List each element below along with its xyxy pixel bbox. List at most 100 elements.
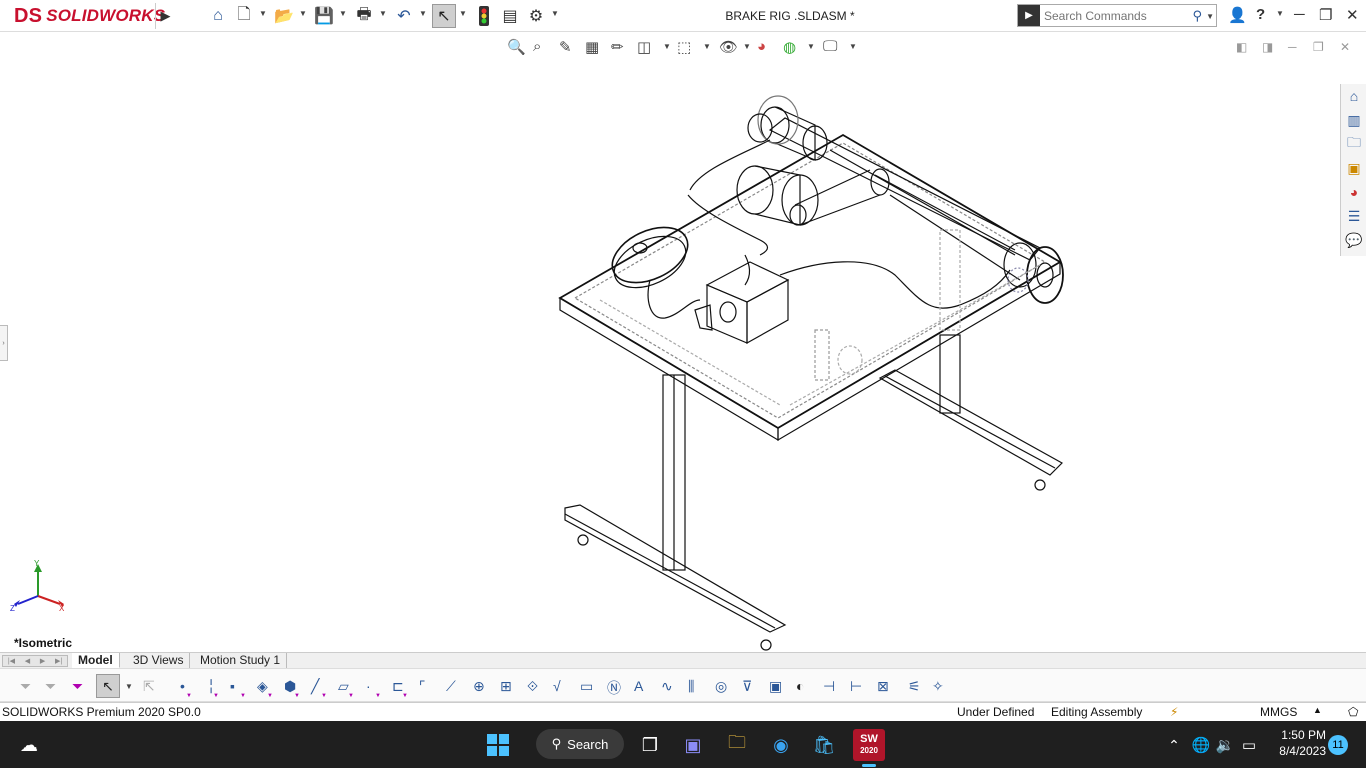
tab-motion-study-1[interactable]: Motion Study 1 bbox=[194, 653, 288, 668]
apply-scene-icon[interactable]: ◍ bbox=[783, 38, 796, 56]
view-settings-dropdown-icon[interactable]: ▼ bbox=[849, 42, 857, 51]
edit-appearance-icon[interactable]: ◕ bbox=[757, 38, 766, 55]
start-icon[interactable] bbox=[484, 731, 512, 759]
select-dropdown-icon[interactable]: ▼ bbox=[125, 682, 133, 691]
filter-hole-callouts-icon[interactable]: ▣ bbox=[769, 678, 782, 695]
graphics-area[interactable] bbox=[0, 32, 1340, 652]
search-icon[interactable]: ⚲ bbox=[1192, 8, 1202, 24]
unit-system[interactable]: MMGS bbox=[1260, 705, 1297, 719]
task-view-icon[interactable]: ❐ bbox=[636, 731, 664, 759]
new-document-icon[interactable]: 🗋 bbox=[235, 6, 253, 26]
show-hidden-icons-icon[interactable]: ⌃ bbox=[1160, 731, 1188, 759]
filter-cosmetic-threads-icon[interactable]: ⫼ bbox=[688, 678, 694, 695]
viewport-restore-icon[interactable]: ❐ bbox=[1313, 40, 1324, 54]
battery-icon[interactable]: ▭ bbox=[1235, 731, 1263, 759]
rebuild-status-icon[interactable]: ⚡ bbox=[1170, 705, 1178, 719]
unit-system-dropdown-icon[interactable]: ▲ bbox=[1313, 705, 1322, 715]
viewport-close-icon[interactable]: ✕ bbox=[1340, 40, 1350, 54]
save-dropdown-icon[interactable]: ▼ bbox=[339, 9, 347, 18]
print-icon[interactable]: 🖶 bbox=[353, 6, 375, 26]
options-icon[interactable]: ⚙ bbox=[525, 6, 547, 26]
quick-tips-icon[interactable]: ⬠ bbox=[1348, 705, 1358, 719]
filter-datum-targets-icon[interactable]: ∿ bbox=[661, 678, 673, 695]
viewport-minimize-icon[interactable]: ─ bbox=[1288, 40, 1297, 54]
filter-centerline-icon[interactable]: ⊕ bbox=[473, 678, 485, 695]
scene-dropdown-icon[interactable]: ▼ bbox=[807, 42, 815, 51]
filter-midpoints-icon[interactable]: ⌜ bbox=[419, 678, 426, 695]
viewport-tile-right-icon[interactable]: ◨ bbox=[1262, 40, 1273, 54]
weather-icon[interactable]: ☁ bbox=[15, 731, 43, 759]
microsoft-store-icon[interactable]: 🛍 bbox=[810, 731, 838, 759]
custom-properties-icon[interactable]: ☰ bbox=[1344, 206, 1364, 226]
dynamic-annotation-icon[interactable]: ✏ bbox=[611, 38, 624, 56]
viewport-tile-left-icon[interactable]: ◧ bbox=[1236, 40, 1247, 54]
filter-faces-icon[interactable]: ▪ bbox=[230, 678, 235, 694]
filter-center-marks-icon[interactable]: ⟋ bbox=[446, 678, 456, 695]
filter-notes-icon[interactable]: ▭ bbox=[580, 678, 593, 695]
select-all-filters-icon[interactable]: ⏷ bbox=[72, 678, 83, 695]
save-icon[interactable]: 💾 bbox=[313, 6, 335, 26]
open-icon[interactable]: 📂 bbox=[273, 6, 295, 26]
zoom-to-area-icon[interactable]: ⌕ bbox=[533, 38, 541, 55]
search-commands-box[interactable]: ▶ ⚲ ▼ bbox=[1017, 4, 1217, 27]
select-icon[interactable]: ↖ bbox=[96, 674, 120, 698]
teams-chat-icon[interactable]: ▣ bbox=[679, 731, 707, 759]
solidworks-taskbar-icon[interactable]: SW 2020 bbox=[853, 729, 885, 761]
solidworks-resources-icon[interactable]: ⌂ bbox=[1344, 86, 1364, 106]
filter-dimensions-icon[interactable]: ⊞ bbox=[500, 678, 512, 695]
taskbar-clock[interactable]: 1:50 PM 8/4/2023 bbox=[1266, 727, 1326, 759]
filter-geometric-tolerance-icon[interactable]: √ bbox=[553, 678, 561, 694]
search-dropdown-icon[interactable]: ▼ bbox=[1206, 12, 1214, 21]
search-mode-icon[interactable]: ▶ bbox=[1018, 5, 1040, 26]
filter-mid-surface-icon[interactable]: ⊠ bbox=[877, 678, 889, 695]
home-icon[interactable]: ⌂ bbox=[207, 6, 229, 26]
view-settings-icon[interactable]: 🖵 bbox=[823, 38, 837, 55]
filter-blocks-icon[interactable]: ◎ bbox=[715, 678, 727, 695]
undo-dropdown-icon[interactable]: ▼ bbox=[419, 9, 427, 18]
search-input[interactable] bbox=[1044, 8, 1184, 23]
file-explorer-icon[interactable]: 🗀 bbox=[1344, 134, 1364, 154]
previous-view-icon[interactable]: ✎ bbox=[559, 38, 572, 56]
filter-cosmetic-welds-icon[interactable]: ◐ bbox=[796, 678, 804, 694]
appearances-scenes-icon[interactable]: ◕ bbox=[1344, 182, 1364, 202]
view-orientation-dropdown-icon[interactable]: ▼ bbox=[663, 42, 671, 51]
select-dropdown-icon[interactable]: ▼ bbox=[459, 9, 467, 18]
hide-show-dropdown-icon[interactable]: ▼ bbox=[743, 42, 751, 51]
open-dropdown-icon[interactable]: ▼ bbox=[299, 9, 307, 18]
help-icon[interactable]: ? bbox=[1256, 6, 1265, 23]
filter-welds-icon[interactable]: ⚟ bbox=[908, 678, 921, 695]
close-window-icon[interactable]: ✕ bbox=[1346, 6, 1359, 24]
user-account-icon[interactable]: 👤 bbox=[1228, 6, 1247, 24]
expand-menu-arrow-icon[interactable]: ▶ bbox=[155, 3, 175, 29]
feature-manager-toggle-icon[interactable]: › bbox=[0, 325, 8, 361]
undo-icon[interactable]: ↶ bbox=[393, 6, 415, 26]
filter-balloons-icon[interactable]: ⊽ bbox=[742, 678, 752, 695]
tab-model[interactable]: Model bbox=[72, 653, 120, 668]
section-view-icon[interactable]: ▦ bbox=[585, 38, 599, 56]
filter-connection-points-icon[interactable]: ⊣ bbox=[823, 678, 835, 695]
filter-datum-features-icon[interactable]: Ⓝ bbox=[607, 678, 621, 698]
new-dropdown-icon[interactable]: ▼ bbox=[259, 9, 267, 18]
display-style-icon[interactable]: ⬚ bbox=[677, 38, 691, 56]
solidworks-forum-icon[interactable]: 💬 bbox=[1344, 230, 1364, 250]
clear-filters-icon[interactable]: ⏷ bbox=[45, 678, 56, 695]
design-library-icon[interactable]: ▥ bbox=[1344, 110, 1364, 130]
notification-count-badge[interactable]: 11 bbox=[1328, 735, 1348, 755]
hide-show-items-icon[interactable]: 👁 bbox=[719, 38, 738, 56]
select-icon[interactable]: ↖ bbox=[432, 4, 456, 28]
filter-surface-finish-icon[interactable]: ⟐ bbox=[527, 678, 538, 695]
tab-3d-views[interactable]: 3D Views bbox=[127, 653, 191, 668]
assembly-model[interactable] bbox=[0, 32, 1340, 652]
help-dropdown-icon[interactable]: ▼ bbox=[1276, 9, 1284, 18]
toggle-filter-icon[interactable]: ⏷ bbox=[20, 678, 31, 695]
edge-browser-icon[interactable]: ◉ bbox=[767, 731, 795, 759]
filter-weld-symbols-icon[interactable]: A bbox=[634, 678, 643, 694]
filter-mates-icon[interactable]: ✧ bbox=[932, 678, 944, 695]
view-orientation-icon[interactable]: ◫ bbox=[637, 38, 651, 56]
filter-axes-icon[interactable]: ╱ bbox=[311, 678, 319, 695]
filter-vertices-icon[interactable]: • bbox=[180, 678, 185, 694]
view-palette-icon[interactable]: ▣ bbox=[1344, 158, 1364, 178]
file-explorer-icon[interactable]: 🗀 bbox=[723, 731, 751, 759]
file-properties-icon[interactable]: ▤ bbox=[499, 6, 521, 26]
print-dropdown-icon[interactable]: ▼ bbox=[379, 9, 387, 18]
